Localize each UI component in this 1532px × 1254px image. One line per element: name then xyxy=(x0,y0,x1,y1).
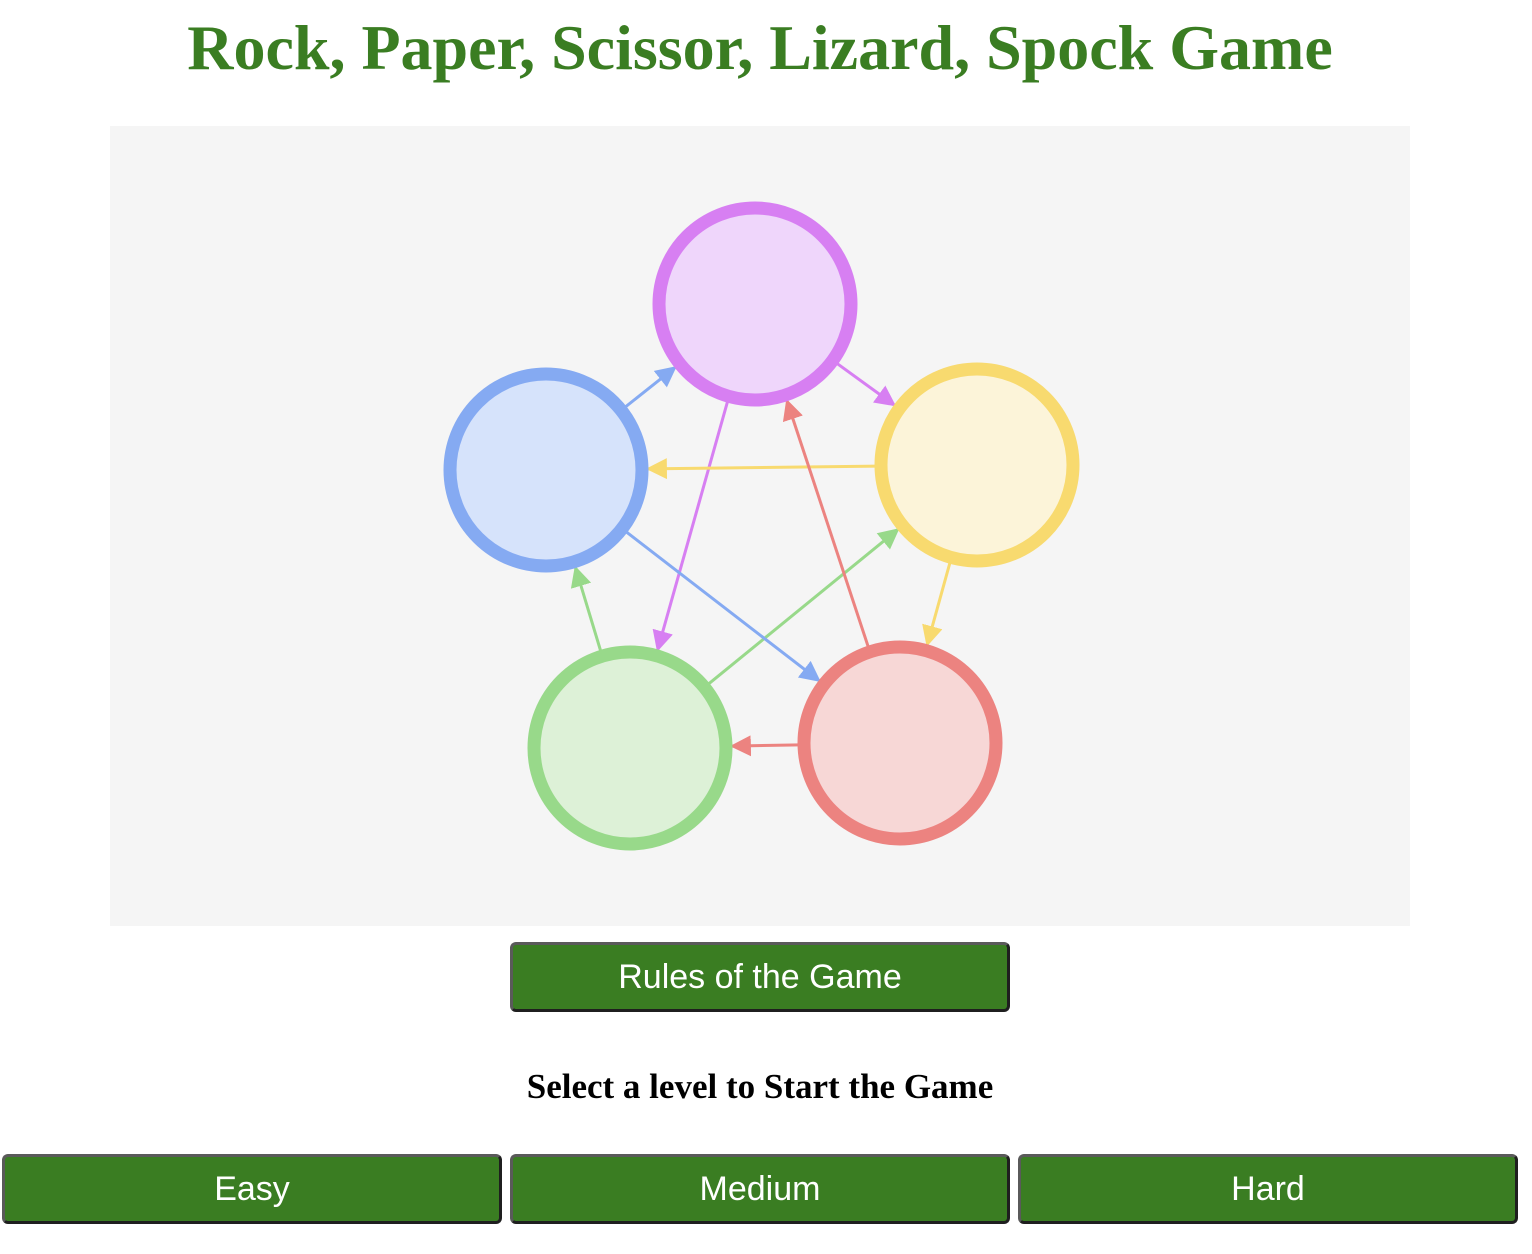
rules-cycle-diagram xyxy=(443,201,1080,851)
arrow-spock-beats-scissors xyxy=(623,366,677,409)
gesture-circle-spock xyxy=(443,367,649,573)
gesture-lizard xyxy=(527,645,733,851)
gesture-circle-scissors xyxy=(652,201,858,407)
gesture-scissors xyxy=(652,201,858,407)
page-title: Rock, Paper, Scissor, Lizard, Spock Game xyxy=(187,12,1333,83)
arrow-scissors-beats-paper xyxy=(835,361,897,407)
hard-level-button[interactable]: Hard xyxy=(1018,1154,1518,1224)
gesture-circle-paper xyxy=(874,362,1080,568)
easy-level-button[interactable]: Easy xyxy=(2,1154,502,1224)
arrow-scissors-beats-lizard xyxy=(652,399,730,652)
gesture-rock xyxy=(797,640,1003,846)
arrow-lizard-beats-spock xyxy=(570,565,603,653)
gesture-paper xyxy=(874,362,1080,568)
gesture-circle-lizard xyxy=(527,645,733,851)
gesture-circle-rock xyxy=(797,640,1003,846)
level-heading: Select a level to Start the Game xyxy=(526,1067,994,1106)
game-rules-diagram xyxy=(110,126,1410,926)
arrow-rock-beats-lizard xyxy=(729,735,801,757)
rules-button[interactable]: Rules of the Game xyxy=(510,942,1010,1012)
arrow-paper-beats-spock xyxy=(645,458,878,480)
medium-level-button[interactable]: Medium xyxy=(510,1154,1010,1224)
gesture-spock xyxy=(443,367,649,573)
arrow-paper-beats-rock xyxy=(922,560,952,647)
gesture-circles xyxy=(443,201,1080,851)
